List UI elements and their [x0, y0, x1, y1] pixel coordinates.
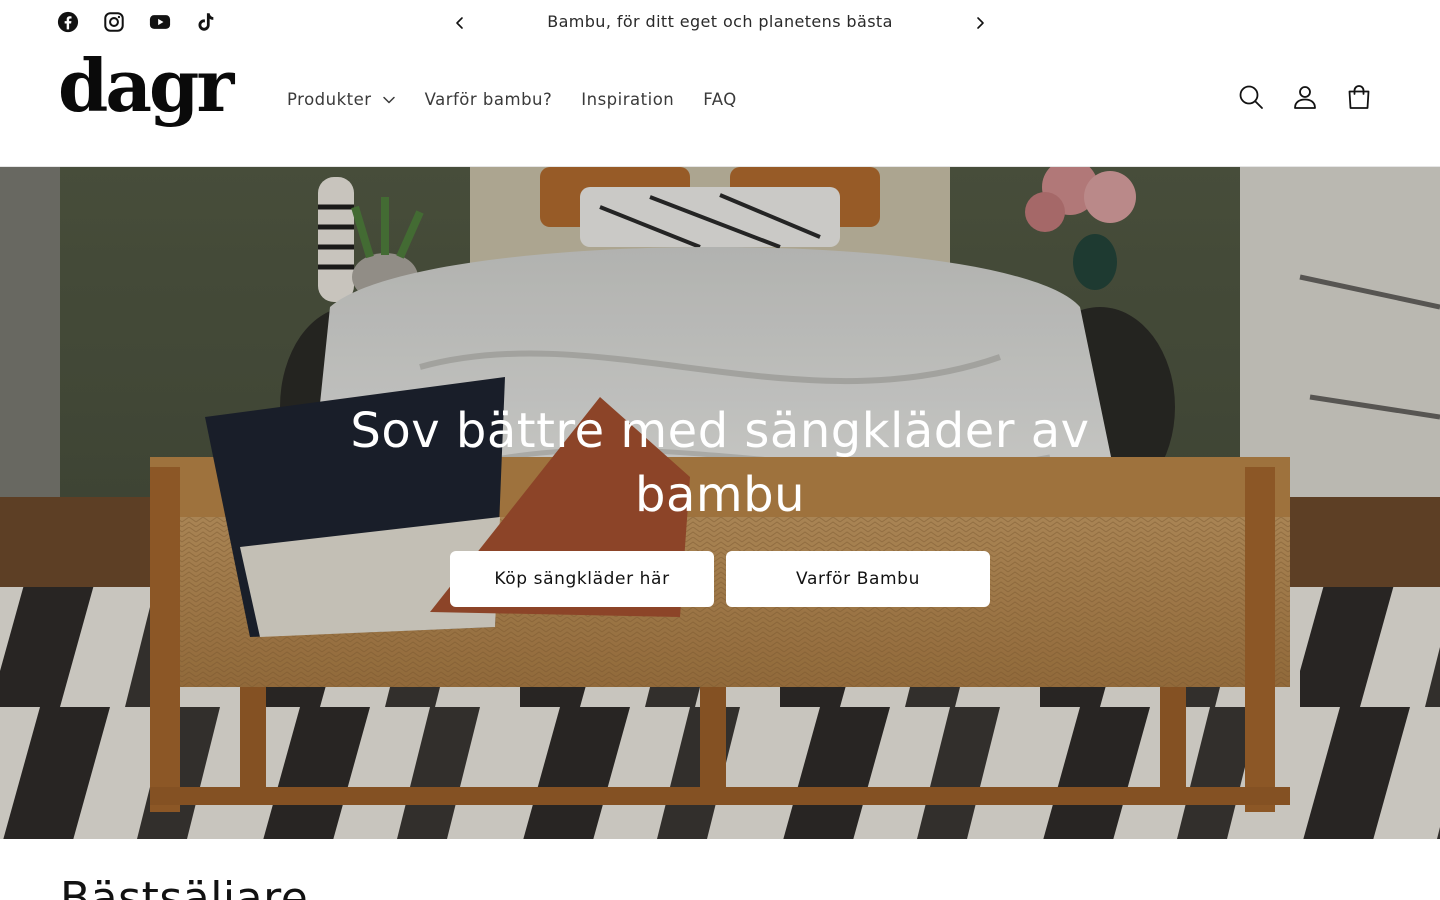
youtube-icon[interactable] [148, 10, 172, 34]
search-icon[interactable] [1236, 82, 1266, 112]
shop-bedding-button[interactable]: Köp sängkläder här [450, 551, 714, 607]
hero-title: Sov bättre med sängkläder av bambu [350, 403, 1090, 523]
chevron-right-icon [977, 17, 984, 29]
main-nav: Produkter Varför bambu? Inspiration FAQ [287, 90, 737, 109]
section-title: Bästsäljare [60, 873, 309, 900]
site-header: dagr Produkter Varför bambu? Inspiration… [0, 46, 1440, 167]
chevron-down-icon [382, 95, 396, 105]
nav-item-inspiration[interactable]: Inspiration [581, 90, 674, 109]
logo[interactable]: dagr [58, 50, 234, 122]
announcement-next-button[interactable] [969, 12, 991, 34]
nav-item-label: Produkter [287, 90, 372, 109]
cart-icon[interactable] [1344, 82, 1374, 112]
bestsellers-section: Bästsäljare [0, 839, 1440, 900]
instagram-icon[interactable] [102, 10, 126, 34]
hero-banner: Sov bättre med sängkläder av bambu Köp s… [0, 167, 1440, 839]
announcement-text: Bambu, för ditt eget och planetens bästa [547, 12, 893, 31]
nav-item-faq[interactable]: FAQ [703, 90, 736, 109]
facebook-icon[interactable] [56, 10, 80, 34]
header-icons [1236, 82, 1374, 112]
account-icon[interactable] [1290, 82, 1320, 112]
announcement-bar: Bambu, för ditt eget och planetens bästa [0, 0, 1440, 46]
tiktok-icon[interactable] [194, 10, 218, 34]
why-bamboo-button[interactable]: Varför Bambu [726, 551, 990, 607]
social-links [56, 10, 218, 34]
nav-item-produkter[interactable]: Produkter [287, 90, 396, 109]
announcement-prev-button[interactable] [449, 12, 471, 34]
chevron-left-icon [456, 17, 463, 29]
nav-item-varfor-bambu[interactable]: Varför bambu? [425, 90, 553, 109]
hero-buttons: Köp sängkläder här Varför Bambu [450, 551, 990, 607]
